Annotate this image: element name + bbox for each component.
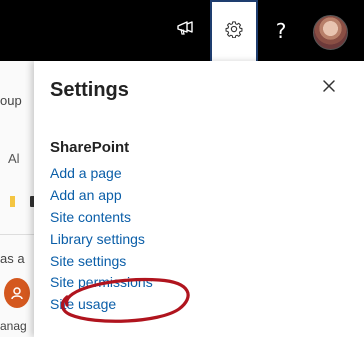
menu-item-site-settings[interactable]: Site settings bbox=[50, 253, 126, 269]
gear-icon bbox=[225, 20, 243, 43]
menu-item-site-permissions[interactable]: Site permissions bbox=[50, 274, 153, 290]
menu-item-add-a-page[interactable]: Add a page bbox=[50, 165, 122, 181]
megaphone-icon bbox=[176, 20, 196, 41]
menu-item-site-contents[interactable]: Site contents bbox=[50, 209, 131, 225]
help-icon: ? bbox=[275, 18, 287, 43]
background-marker bbox=[10, 196, 15, 207]
divider bbox=[0, 234, 34, 235]
background-text: anag bbox=[0, 319, 27, 333]
settings-panel: Settings SharePoint Add a page Add an ap… bbox=[34, 61, 364, 337]
background-text: as a bbox=[0, 251, 25, 266]
suite-bar: ? bbox=[0, 0, 364, 61]
menu-item-add-an-app[interactable]: Add an app bbox=[50, 187, 122, 203]
settings-button[interactable] bbox=[210, 0, 258, 61]
avatar[interactable] bbox=[313, 15, 348, 50]
close-button[interactable] bbox=[318, 75, 340, 97]
panel-title: Settings bbox=[50, 79, 129, 101]
background-text: Al bbox=[8, 151, 20, 166]
menu-item-site-usage[interactable]: Site usage bbox=[50, 296, 116, 312]
close-icon bbox=[318, 80, 340, 101]
background-avatar bbox=[4, 278, 30, 308]
background-text: oup bbox=[0, 93, 22, 108]
menu-item-library-settings[interactable]: Library settings bbox=[50, 231, 145, 247]
feedback-button[interactable] bbox=[163, 0, 209, 61]
section-title-sharepoint: SharePoint bbox=[50, 139, 130, 156]
screen: ? oup Al as a anag Settings SharePoint A… bbox=[0, 0, 364, 337]
help-button[interactable]: ? bbox=[258, 0, 304, 61]
